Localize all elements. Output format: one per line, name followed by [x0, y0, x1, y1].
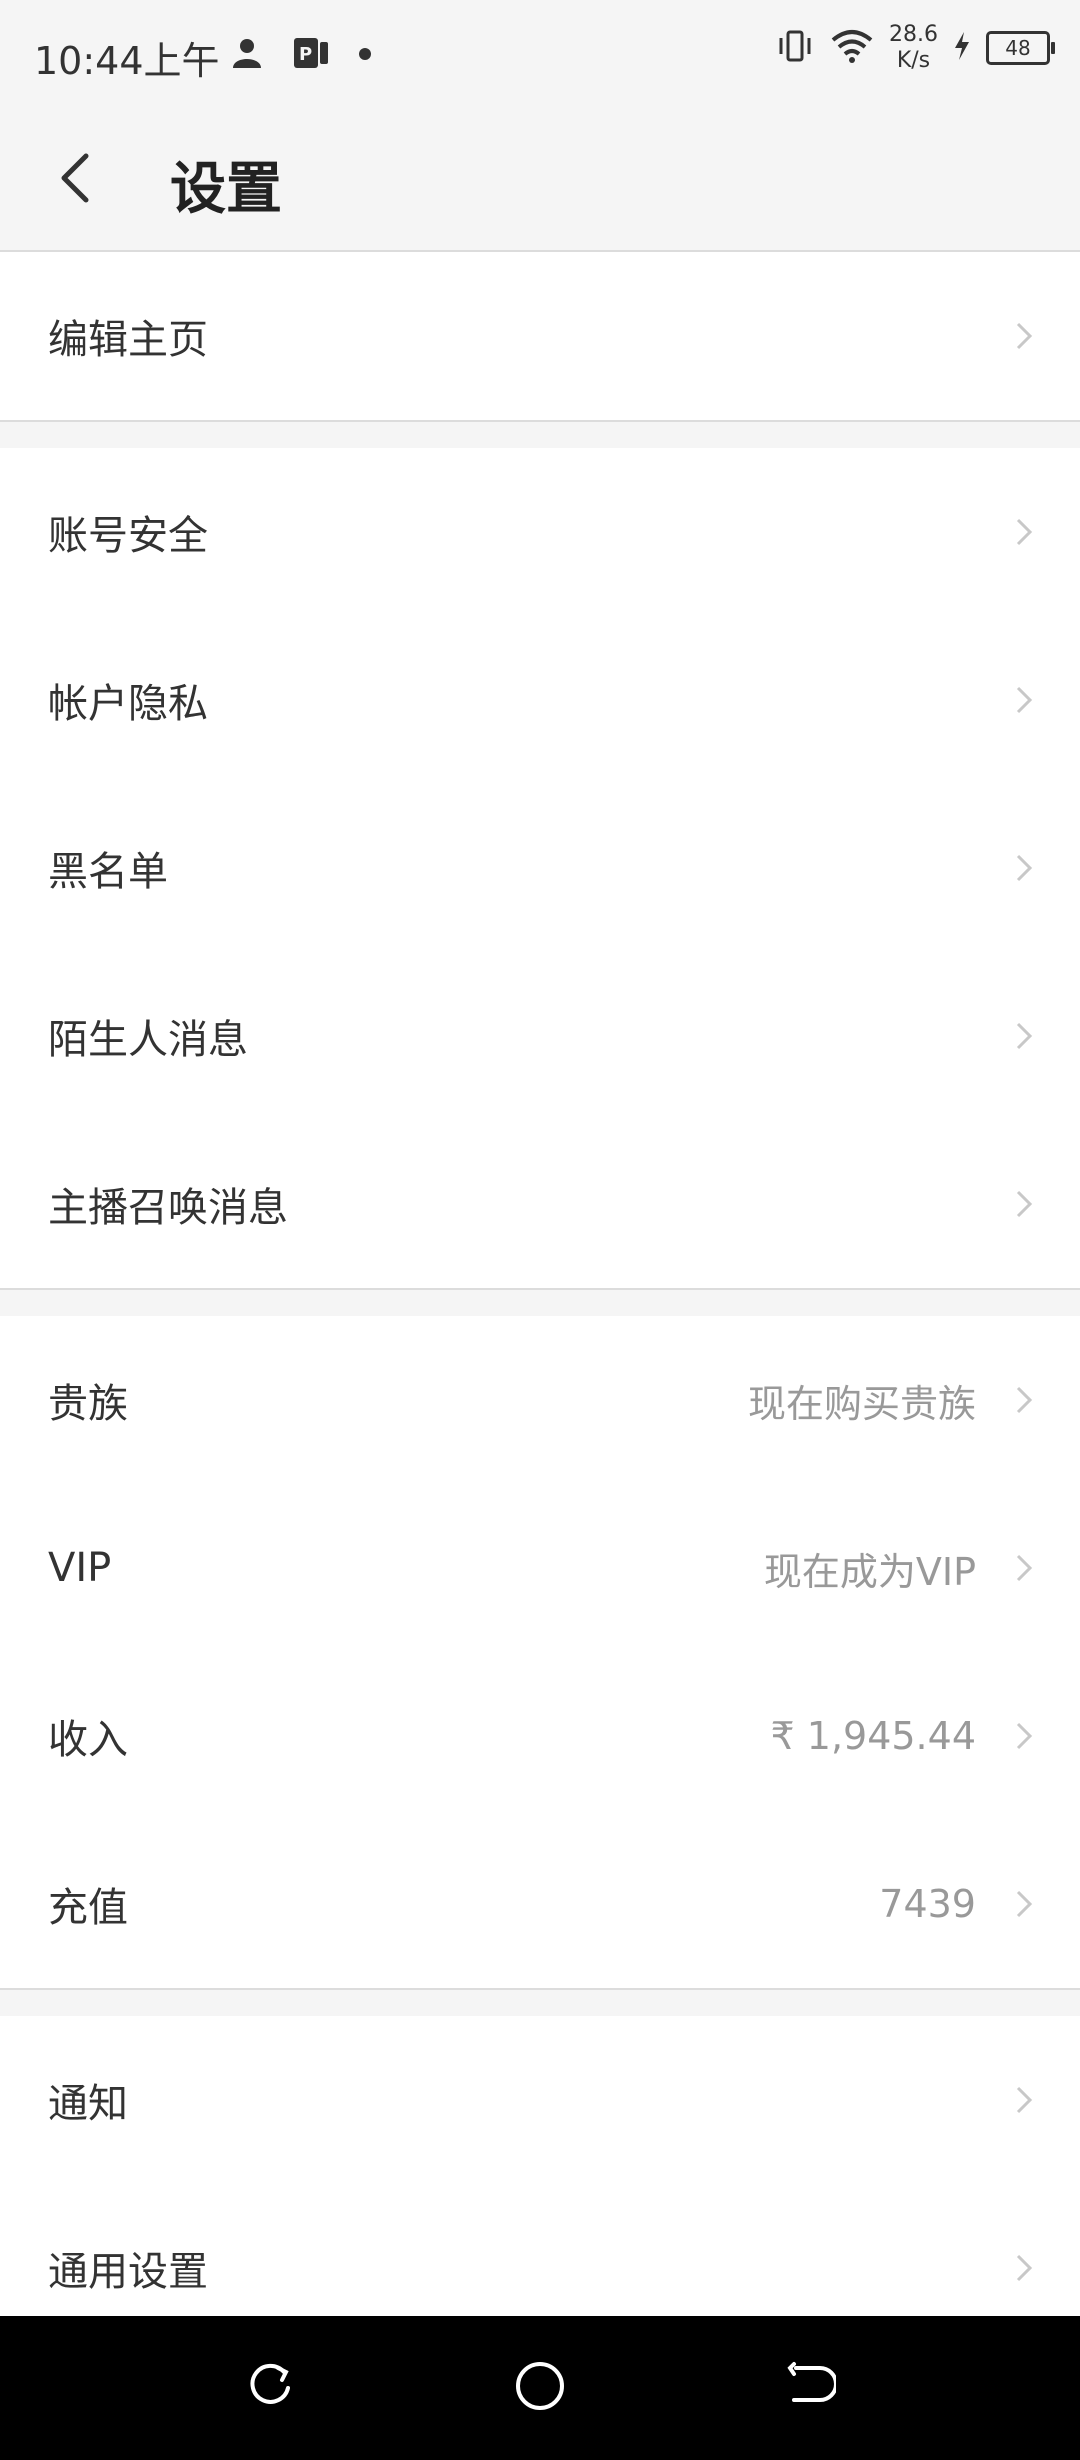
row-label: 陌生人消息 — [48, 1017, 248, 1063]
settings-row-recharge[interactable]: 充值 7439 — [0, 1820, 1080, 1988]
settings-row-edit-homepage[interactable]: 编辑主页 — [0, 252, 1080, 420]
group-divider — [0, 1288, 1080, 1316]
back-button[interactable] — [40, 144, 112, 216]
settings-list: 编辑主页 账号安全 帐户隐私 黑名单 陌生人消息 主播召唤消息 贵族 现在购买贵… — [0, 252, 1080, 2352]
row-label: 通用设置 — [48, 2249, 208, 2295]
row-label: 编辑主页 — [48, 317, 208, 363]
settings-row-account-security[interactable]: 账号安全 — [0, 448, 1080, 616]
settings-row-notifications[interactable]: 通知 — [0, 2016, 1080, 2184]
settings-row-income[interactable]: 收入 ₹ 1,945.44 — [0, 1652, 1080, 1820]
battery-icon: 48 — [986, 31, 1055, 65]
row-value: 现在购买贵族 — [747, 1381, 976, 1426]
person-icon — [230, 36, 264, 74]
chevron-right-icon — [1008, 1384, 1040, 1416]
settings-row-vip[interactable]: VIP 现在成为VIP — [0, 1484, 1080, 1652]
settings-group: 贵族 现在购买贵族 VIP 现在成为VIP 收入 ₹ 1,945.44 充值 7… — [0, 1316, 1080, 1988]
row-label: 账号安全 — [48, 513, 208, 559]
chevron-right-icon — [1008, 1888, 1040, 1920]
system-nav-bar — [0, 2316, 1080, 2460]
charging-icon — [952, 30, 972, 66]
chevron-right-icon — [1008, 1720, 1040, 1752]
group-divider — [0, 1988, 1080, 2016]
chevron-right-icon — [1008, 1020, 1040, 1052]
row-label: 通知 — [48, 2081, 128, 2127]
recents-icon — [244, 2360, 296, 2416]
chevron-right-icon — [1008, 852, 1040, 884]
status-right-icons: 28.6 K/s 48 — [775, 22, 1055, 74]
group-divider — [0, 420, 1080, 448]
settings-row-account-privacy[interactable]: 帐户隐私 — [0, 616, 1080, 784]
status-time: 10:44上午 — [34, 39, 220, 83]
settings-row-blacklist[interactable]: 黑名单 — [0, 784, 1080, 952]
settings-group: 通知 通用设置 — [0, 2016, 1080, 2352]
svg-text:P: P — [299, 44, 312, 65]
back-icon — [784, 2360, 838, 2416]
row-label: 贵族 — [48, 1381, 128, 1427]
page-title: 设置 — [170, 157, 282, 222]
settings-row-nobility[interactable]: 贵族 现在购买贵族 — [0, 1316, 1080, 1484]
settings-row-host-summon-messages[interactable]: 主播召唤消息 — [0, 1120, 1080, 1288]
settings-group: 账号安全 帐户隐私 黑名单 陌生人消息 主播召唤消息 — [0, 448, 1080, 1288]
chevron-right-icon — [1008, 1552, 1040, 1584]
row-label: VIP — [48, 1545, 112, 1591]
row-label: 主播召唤消息 — [48, 1185, 288, 1231]
settings-row-stranger-messages[interactable]: 陌生人消息 — [0, 952, 1080, 1120]
chevron-right-icon — [1008, 516, 1040, 548]
chevron-right-icon — [1008, 320, 1040, 352]
wifi-icon — [829, 26, 875, 70]
row-value: ₹ 1,945.44 — [770, 1714, 976, 1758]
row-value: 现在成为VIP — [763, 1549, 976, 1594]
status-left-icons: P — [230, 34, 372, 76]
row-label: 充值 — [48, 1885, 128, 1931]
chevron-right-icon — [1008, 2252, 1040, 2284]
nav-back-button[interactable] — [778, 2356, 842, 2420]
row-label: 收入 — [48, 1717, 128, 1763]
chevron-right-icon — [1008, 684, 1040, 716]
chevron-left-icon — [56, 150, 96, 210]
chevron-right-icon — [1008, 2084, 1040, 2116]
settings-group: 编辑主页 — [0, 252, 1080, 420]
vibrate-icon — [775, 26, 815, 70]
speed-unit: K/s — [896, 48, 931, 73]
app-notification-icon: P — [292, 34, 330, 76]
chevron-right-icon — [1008, 1188, 1040, 1220]
battery-level: 48 — [1005, 36, 1031, 60]
home-icon — [512, 2358, 568, 2418]
row-label: 黑名单 — [48, 849, 168, 895]
header: 设置 — [0, 108, 1080, 252]
status-bar: 10:44上午 P 28.6 K/s 48 — [0, 0, 1080, 108]
speed-value: 28.6 — [889, 22, 938, 47]
home-button[interactable] — [508, 2356, 572, 2420]
dot-icon — [358, 46, 372, 65]
row-label: 帐户隐私 — [48, 681, 208, 727]
recents-button[interactable] — [238, 2356, 302, 2420]
row-value: 7439 — [879, 1882, 976, 1926]
network-speed: 28.6 K/s — [889, 22, 938, 74]
